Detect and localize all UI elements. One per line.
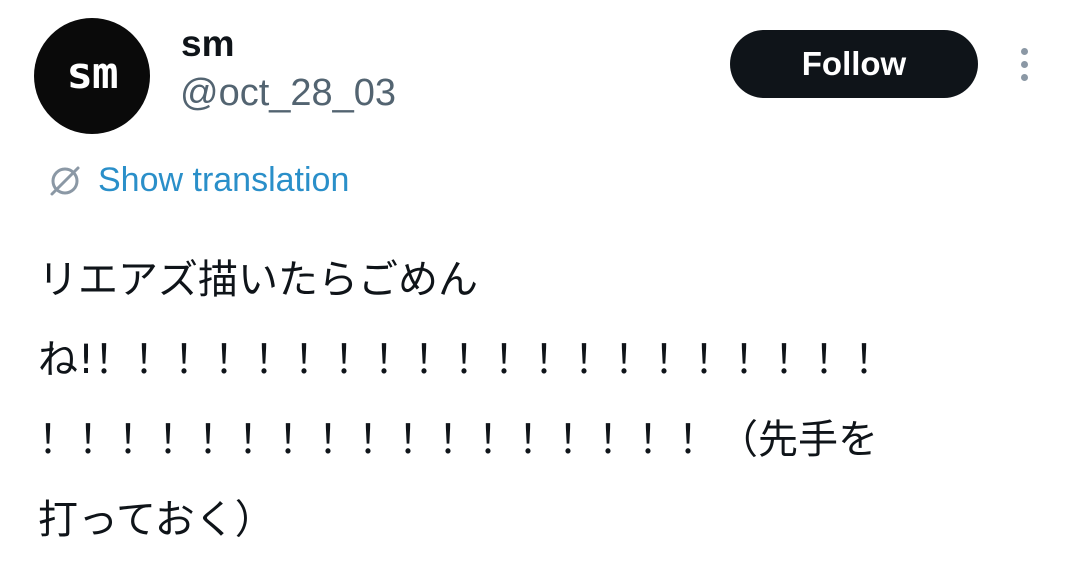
avatar[interactable]: sm: [34, 18, 150, 134]
more-dot: [1020, 60, 1028, 68]
tweet-text: リエアズ描いたらごめん ね!！！！！！！！！！！！！！！！！！！！！ ！！！！！…: [38, 257, 895, 543]
author-handle[interactable]: @oct_28_03: [180, 68, 396, 118]
more-dot: [1020, 73, 1028, 81]
more-dot: [1020, 47, 1028, 55]
more-options-button[interactable]: [1008, 44, 1040, 84]
show-translation-label: Show translation: [98, 161, 350, 199]
translate-globe-icon: [46, 161, 84, 199]
show-translation-link[interactable]: Show translation: [46, 158, 349, 202]
follow-button[interactable]: Follow: [730, 30, 978, 98]
avatar-text: sm: [66, 48, 119, 99]
author-display-name[interactable]: sm: [181, 20, 234, 68]
